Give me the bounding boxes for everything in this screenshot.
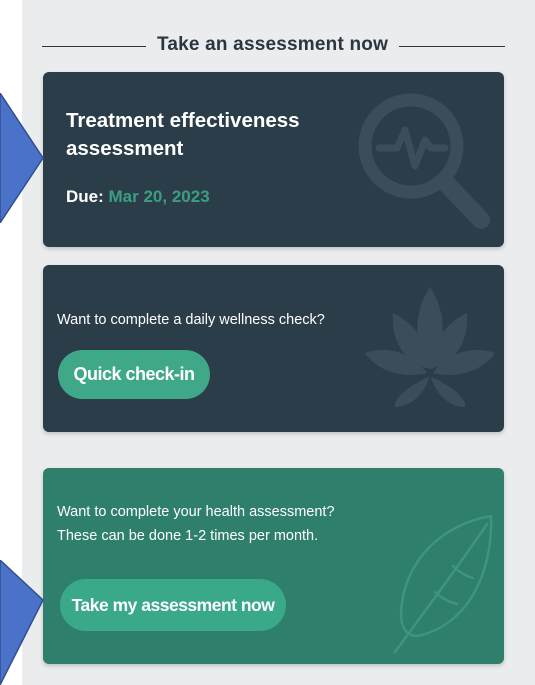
due-date-row: Due: Mar 20, 2023: [66, 187, 210, 207]
treatment-assessment-card[interactable]: Treatment effectiveness assessment Due: …: [43, 72, 504, 247]
health-prompt: Want to complete your health assessment?…: [57, 500, 335, 548]
section-header: Take an assessment now: [42, 34, 505, 58]
health-prompt-line-2: These can be done 1-2 times per month.: [57, 528, 319, 544]
header-divider-right: [399, 46, 505, 47]
health-assessment-card: Want to complete your health assessment?…: [43, 468, 504, 664]
leaf-icon: [393, 514, 493, 654]
wellness-check-card: Want to complete a daily wellness check?…: [43, 265, 504, 432]
magnifier-heartbeat-icon: [358, 93, 490, 229]
due-date: Mar 20, 2023: [108, 187, 210, 206]
section-title: Take an assessment now: [156, 34, 389, 55]
header-divider-left: [42, 46, 146, 47]
pointer-arrow-icon: [0, 560, 44, 685]
take-assessment-button[interactable]: Take my assessment now: [60, 579, 286, 631]
lotus-icon: [365, 287, 495, 407]
pointer-arrow-icon: [0, 93, 44, 223]
quick-check-in-button[interactable]: Quick check-in: [58, 350, 210, 399]
assessment-title: Treatment effectiveness assessment: [66, 109, 300, 160]
wellness-prompt: Want to complete a daily wellness check?: [57, 312, 325, 328]
health-prompt-line-1: Want to complete your health assessment?: [57, 504, 335, 520]
due-label: Due:: [66, 187, 104, 206]
